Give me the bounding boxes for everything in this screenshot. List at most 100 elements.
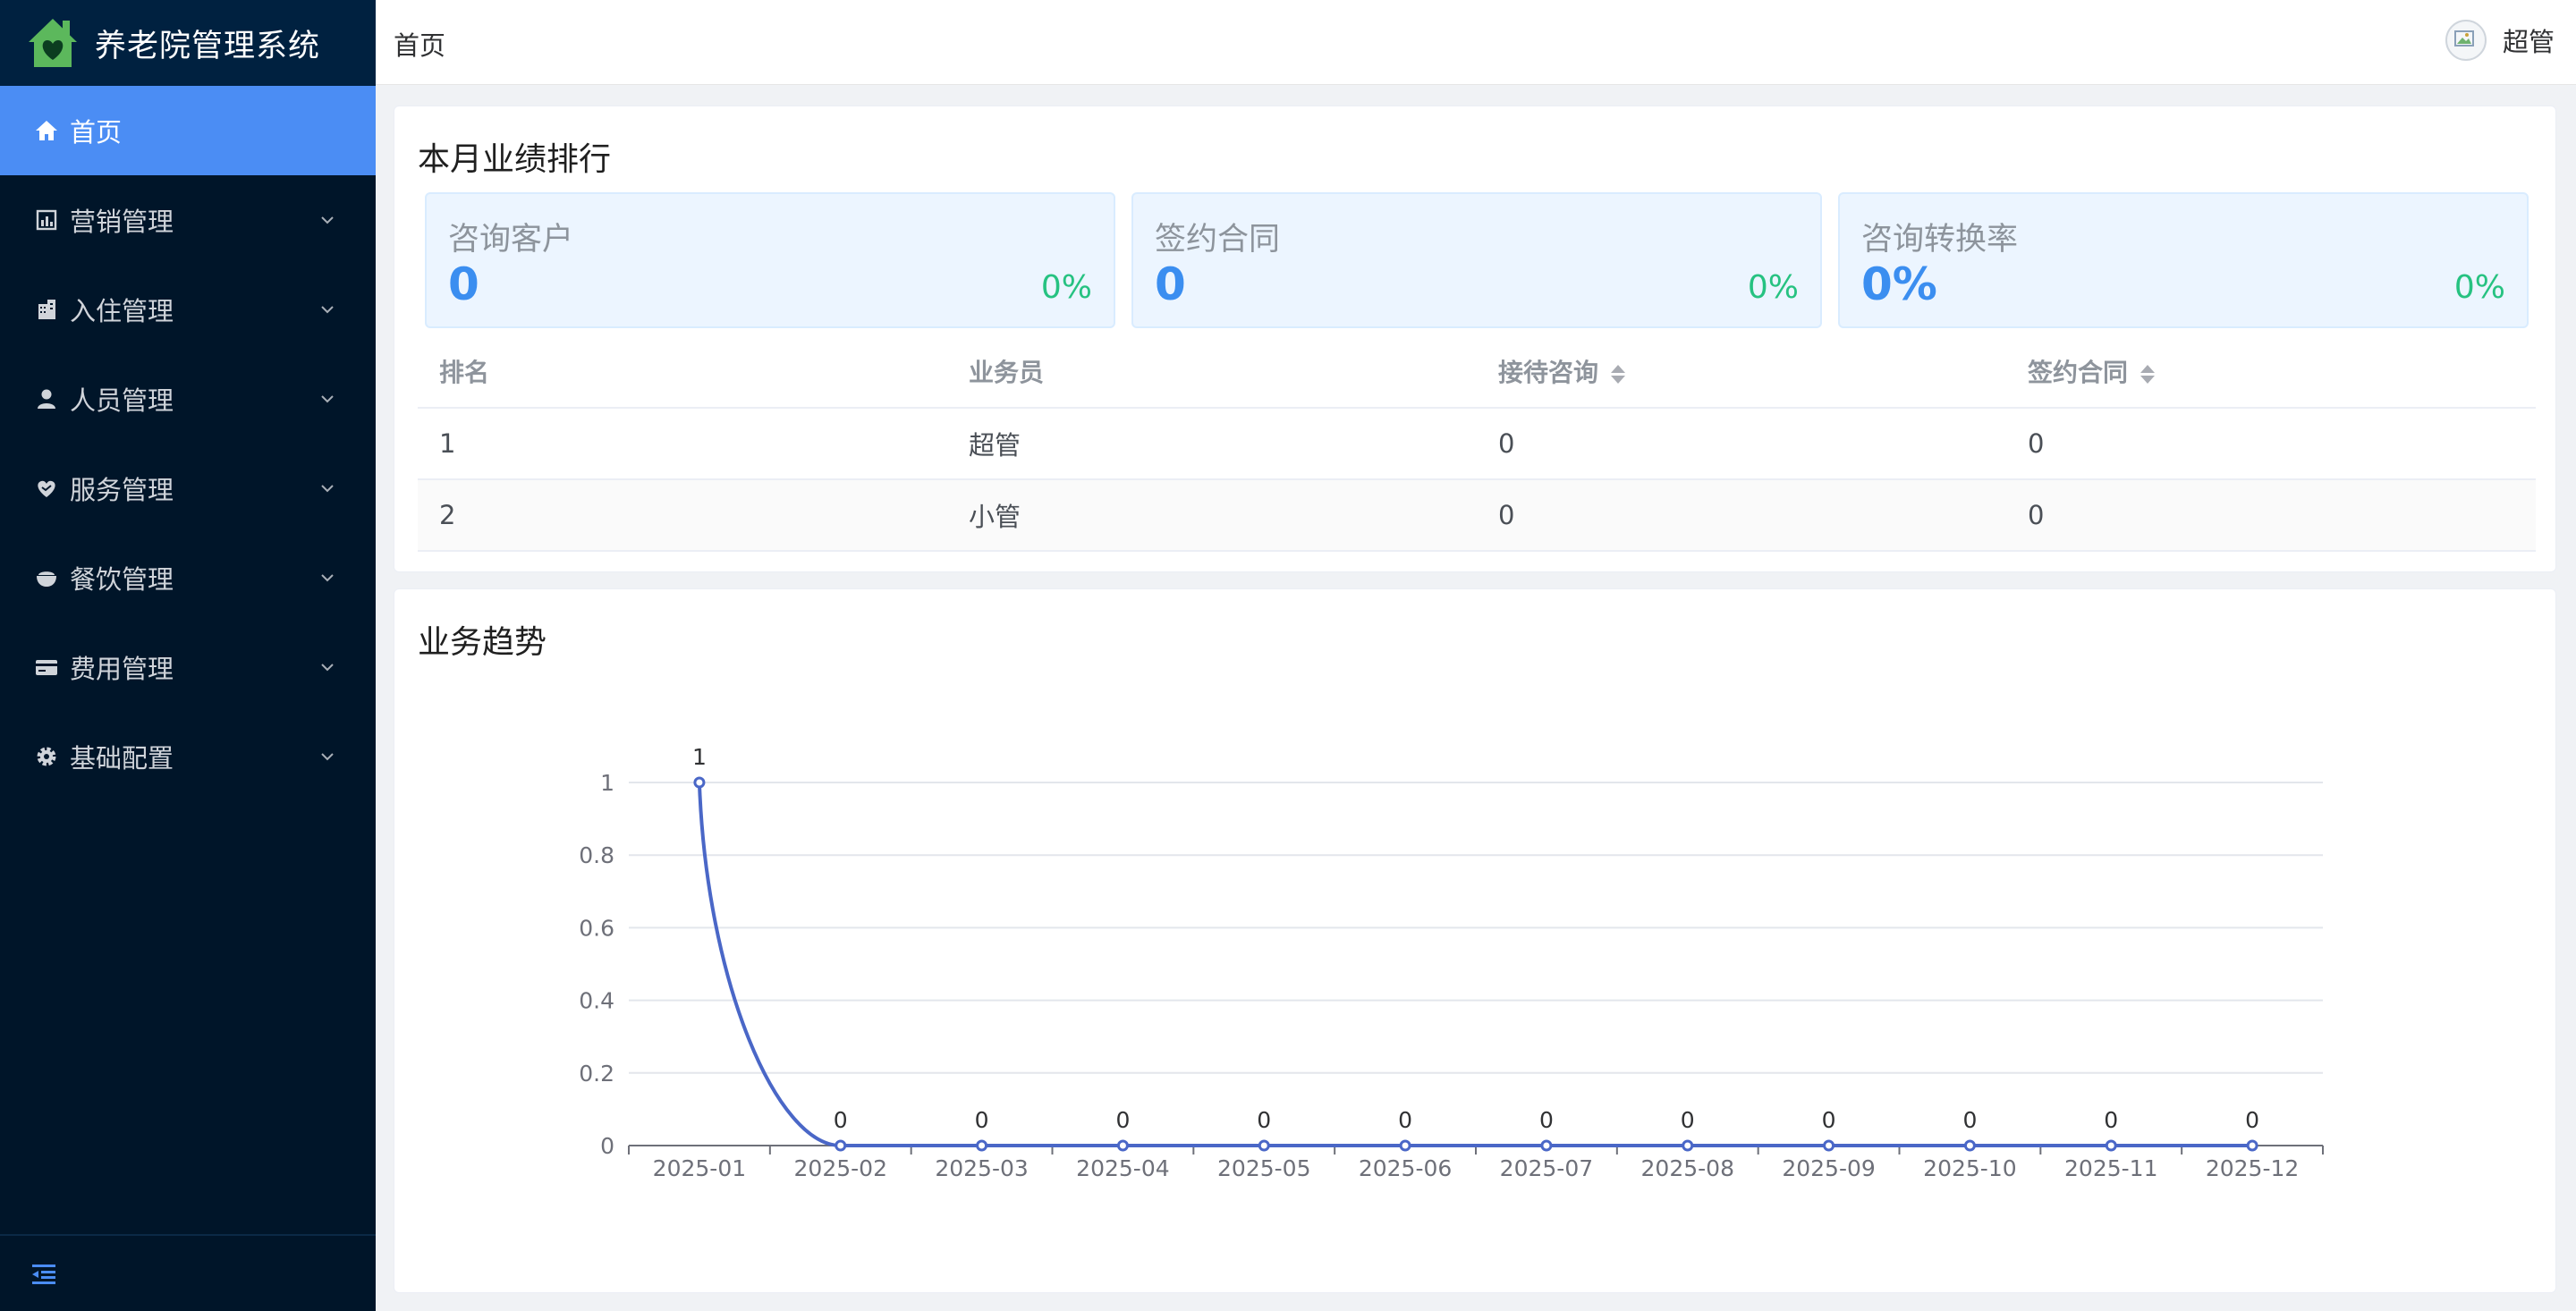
gear-icon [34,744,59,769]
column-header-salesperson: 业务员 [947,335,1477,409]
x-tick-label: 2025-03 [935,1155,1028,1181]
data-label: 0 [1539,1107,1554,1133]
data-point [693,776,706,789]
stat-value: 0 [1155,258,1186,310]
chevron-down-icon [321,574,334,582]
user-name[interactable]: 超管 [2503,21,2555,59]
sort-icon[interactable] [2140,363,2156,385]
data-label: 1 [692,744,707,770]
breadcrumb[interactable]: 首页 [394,25,445,63]
stat-conversion-rate: 咨询转换率 0% 0% [1838,192,2529,328]
data-point [1823,1139,1835,1152]
data-label: 0 [1962,1107,1977,1133]
sidebar-item-label: 餐饮管理 [70,564,174,595]
sort-icon[interactable] [1611,363,1626,385]
data-point [1258,1139,1270,1152]
house-heart-logo-icon [29,19,77,67]
bowl-icon [34,565,59,590]
top-header: 首页 超管 [376,0,2576,85]
cell-consultations: 0 [1477,408,2006,480]
cell-consultations: 0 [1477,479,2006,552]
brand: 养老院管理系统 [0,0,376,86]
data-label: 0 [975,1107,989,1133]
collapse-menu-icon [32,1264,55,1284]
sidebar-item-staff[interactable]: 人员管理 [0,354,376,444]
column-header-consultations[interactable]: 接待咨询 [1477,335,2006,409]
stat-percent: 0% [1747,269,1799,306]
sidebar-item-label: 服务管理 [70,475,174,505]
x-tick-label: 2025-05 [1217,1155,1310,1181]
data-label: 0 [2104,1107,2118,1133]
column-header-contracts[interactable]: 签约合同 [2006,335,2536,409]
x-tick-label: 2025-06 [1359,1155,1452,1181]
sidebar-item-config[interactable]: 基础配置 [0,712,376,801]
stat-label: 咨询客户 [448,222,574,258]
cell-salesperson: 超管 [947,408,1477,480]
sidebar-item-home[interactable]: 首页 [0,86,376,175]
sidebar-item-label: 基础配置 [70,743,174,774]
x-tick-label: 2025-12 [2206,1155,2299,1181]
x-tick-label: 2025-07 [1500,1155,1593,1181]
y-tick-label: 0.8 [579,842,614,868]
chevron-down-icon [321,216,334,224]
data-point [1399,1139,1411,1152]
y-tick-label: 0.2 [579,1061,614,1087]
x-tick-label: 2025-01 [653,1155,746,1181]
data-label: 0 [1822,1107,1836,1133]
avatar[interactable] [2445,20,2487,61]
table-header-row: 排名 业务员 接待咨询 签约合同 [418,335,2536,409]
x-tick-label: 2025-04 [1076,1155,1169,1181]
x-tick-label: 2025-10 [1923,1155,2016,1181]
x-tick-label: 2025-09 [1782,1155,1875,1181]
sidebar-item-marketing[interactable]: 营销管理 [0,175,376,265]
sidebar-item-checkin[interactable]: 入住管理 [0,265,376,354]
trend-card: 业务趋势 0 0.2 0.4 0.6 0.8 1 2025-01 2025-02 2025-03… [394,588,2556,1293]
ranking-table: 排名 业务员 接待咨询 签约合同 1 超管 0 0 2 小管 0 0 [418,335,2536,552]
ranking-card: 本月业绩排行 咨询客户 0 0% 签约合同 0 0% 咨询转换率 0% 0% 排… [394,106,2556,572]
sidebar-item-label: 费用管理 [70,654,174,684]
stat-signed-contracts: 签约合同 0 0% [1131,192,1822,328]
broken-image-icon [2453,30,2474,47]
y-tick-label: 1 [600,770,614,796]
sidebar-item-label: 入住管理 [70,296,174,326]
data-label: 0 [2245,1107,2259,1133]
cell-salesperson: 小管 [947,479,1477,552]
stat-percent: 0% [2453,269,2505,306]
table-row[interactable]: 2 小管 0 0 [418,479,2536,552]
home-icon [34,118,59,143]
chevron-down-icon [321,395,334,403]
data-label: 0 [1681,1107,1695,1133]
sidebar-item-catering[interactable]: 餐饮管理 [0,533,376,622]
table-row[interactable]: 1 超管 0 0 [418,408,2536,480]
stat-value: 0% [1861,258,1937,310]
cell-contracts: 0 [2006,479,2536,552]
app-title: 养老院管理系统 [95,28,321,64]
trend-line-chart: 0 0.2 0.4 0.6 0.8 1 2025-01 2025-02 2025-03 2025-… [579,744,2324,1181]
x-tick-label: 2025-02 [794,1155,887,1181]
data-point [1963,1139,1976,1152]
user-menu[interactable]: 超管 [2445,20,2555,61]
data-point [1540,1139,1553,1152]
sidebar-item-service[interactable]: 服务管理 [0,444,376,533]
sidebar-collapse-button[interactable] [0,1234,376,1311]
sidebar: 养老院管理系统 首页 营销管理 入住管理 人员管理 服务管理 餐饮管理 费用管理… [0,0,376,1311]
chevron-down-icon [321,664,334,672]
data-point [1116,1139,1129,1152]
sidebar-menu: 首页 营销管理 入住管理 人员管理 服务管理 餐饮管理 费用管理 基础配置 [0,86,376,801]
user-icon [34,386,59,411]
chart-icon [34,207,59,233]
data-point [976,1139,988,1152]
stat-consult-customers: 咨询客户 0 0% [425,192,1115,328]
data-point [835,1139,847,1152]
heart-hand-icon [34,476,59,501]
cell-contracts: 0 [2006,408,2536,480]
stat-value: 0 [448,258,479,310]
card-icon [34,655,59,680]
building-icon [34,297,59,322]
data-label: 0 [1257,1107,1271,1133]
data-point [2105,1139,2117,1152]
data-point [1682,1139,1694,1152]
chevron-down-icon [321,485,334,493]
sidebar-item-fees[interactable]: 费用管理 [0,622,376,712]
ranking-title: 本月业绩排行 [418,141,612,178]
